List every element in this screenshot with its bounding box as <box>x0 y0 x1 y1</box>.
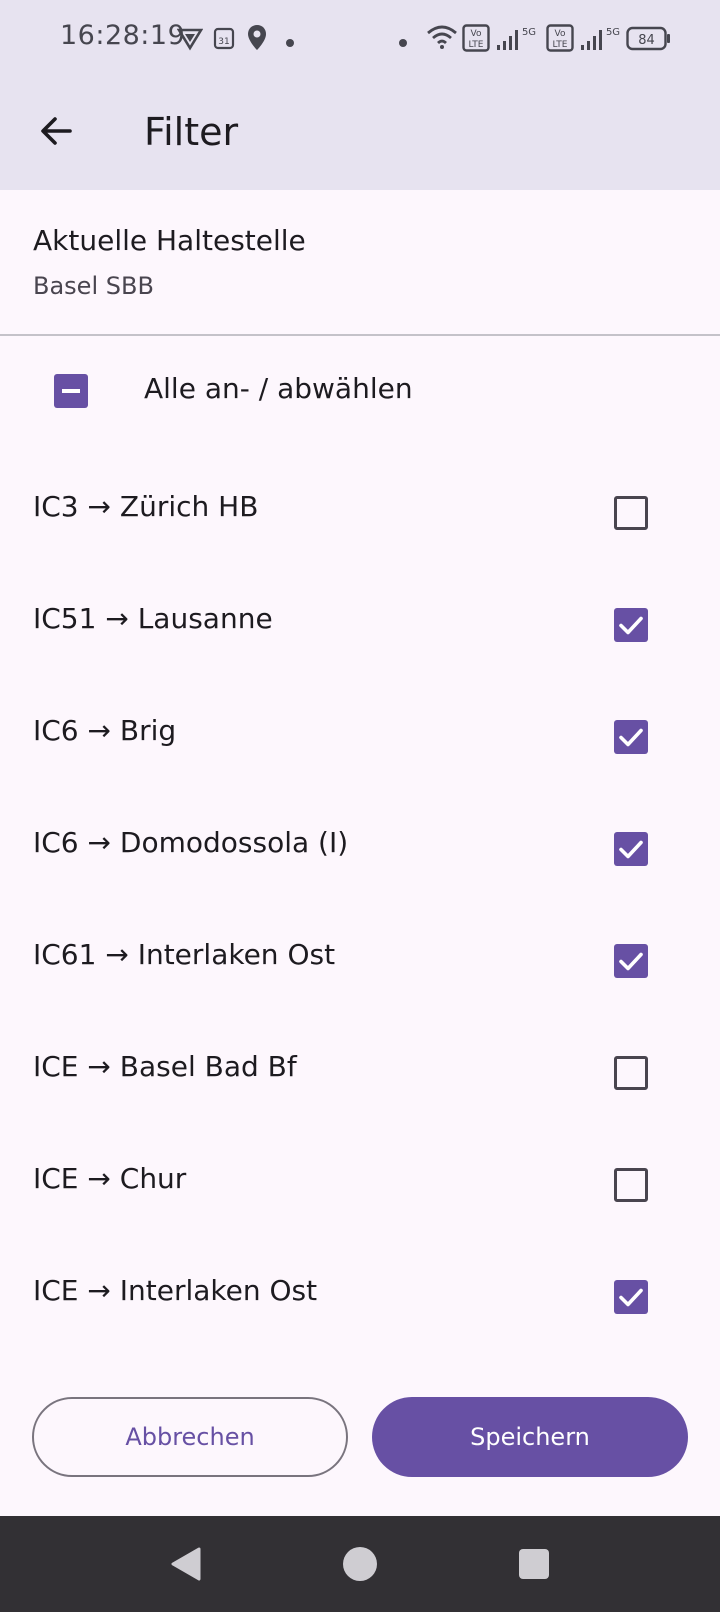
nav-recents-icon <box>518 1548 550 1584</box>
select-all-label: Alle an- / abwählen <box>144 372 413 405</box>
location-icon <box>247 24 267 56</box>
route-row[interactable]: IC51 → Lausanne <box>0 569 720 681</box>
route-checkbox[interactable] <box>614 1056 648 1090</box>
route-checkbox[interactable] <box>614 496 648 530</box>
route-checkbox[interactable] <box>614 608 648 642</box>
nav-home-icon <box>342 1546 378 1586</box>
current-station: Aktuelle Haltestelle Basel SBB <box>0 190 720 334</box>
calendar-icon: 31 <box>213 26 235 54</box>
current-station-label: Aktuelle Haltestelle <box>33 224 306 257</box>
nav-back-button[interactable] <box>164 1544 208 1588</box>
select-all-checkbox[interactable] <box>54 374 88 408</box>
network-type-label: 5G <box>522 27 536 38</box>
back-button[interactable] <box>24 101 88 165</box>
top-app-bar: Filter <box>0 80 720 190</box>
wifi-icon <box>426 24 458 54</box>
route-label: IC6 → Brig <box>33 714 177 747</box>
route-label: ICE → Chur <box>33 1162 187 1195</box>
route-row[interactable]: IC6 → Domodossola (I) <box>0 793 720 905</box>
arrow-back-icon <box>38 113 74 153</box>
vpn-icon <box>176 27 204 55</box>
system-navigation-bar <box>0 1516 720 1612</box>
route-label: IC61 → Interlaken Ost <box>33 938 336 971</box>
signal-icon: 5G <box>496 24 540 56</box>
checkmark-icon <box>619 952 643 971</box>
cancel-button[interactable]: Abbrechen <box>32 1397 348 1477</box>
checkmark-icon <box>619 728 643 747</box>
route-label: IC51 → Lausanne <box>33 602 273 635</box>
svg-text:31: 31 <box>218 37 229 47</box>
nav-home-button[interactable] <box>338 1544 382 1588</box>
svg-text:Vo: Vo <box>555 29 566 39</box>
route-row[interactable]: ICE → Chur <box>0 1129 720 1241</box>
status-time: 16:28:19 <box>60 20 186 51</box>
volte-icon: Vo LTE <box>462 24 490 56</box>
svg-text:Vo: Vo <box>471 29 482 39</box>
route-label: IC3 → Zürich HB <box>33 490 259 523</box>
battery-icon: 84 <box>626 26 672 56</box>
indeterminate-icon <box>62 389 80 393</box>
svg-text:LTE: LTE <box>469 40 484 50</box>
nav-back-icon <box>169 1546 203 1586</box>
network-type-label: 5G <box>606 27 620 38</box>
route-checkbox[interactable] <box>614 1168 648 1202</box>
dot-icon <box>398 33 408 52</box>
route-label: ICE → Basel Bad Bf <box>33 1050 297 1083</box>
nav-recents-button[interactable] <box>512 1544 556 1588</box>
route-row[interactable]: IC6 → Brig <box>0 681 720 793</box>
route-row[interactable]: IC3 → Zürich HB <box>0 457 720 569</box>
dot-icon <box>285 33 295 52</box>
route-row[interactable]: ICE → Interlaken Ost <box>0 1241 720 1353</box>
route-checkbox[interactable] <box>614 832 648 866</box>
route-checkbox[interactable] <box>614 720 648 754</box>
route-row[interactable]: IC61 → Interlaken Ost <box>0 905 720 1017</box>
signal-icon: 5G <box>580 24 624 56</box>
checkmark-icon <box>619 616 643 635</box>
page-title: Filter <box>144 110 239 154</box>
select-all-row[interactable]: Alle an- / abwählen <box>0 336 720 448</box>
battery-level: 84 <box>638 33 655 48</box>
save-button[interactable]: Speichern <box>372 1397 688 1477</box>
route-label: IC6 → Domodossola (I) <box>33 826 349 859</box>
route-checkbox[interactable] <box>614 944 648 978</box>
route-checkbox[interactable] <box>614 1280 648 1314</box>
svg-text:LTE: LTE <box>553 40 568 50</box>
volte-icon: Vo LTE <box>546 24 574 56</box>
checkmark-icon <box>619 840 643 859</box>
route-row[interactable]: ICE → Basel Bad Bf <box>0 1017 720 1129</box>
current-station-value: Basel SBB <box>33 272 154 300</box>
checkmark-icon <box>619 1288 643 1307</box>
status-bar: 16:28:19 31 Vo LTE 5G Vo LTE 5G 84 <box>0 0 720 80</box>
route-label: ICE → Interlaken Ost <box>33 1274 318 1307</box>
